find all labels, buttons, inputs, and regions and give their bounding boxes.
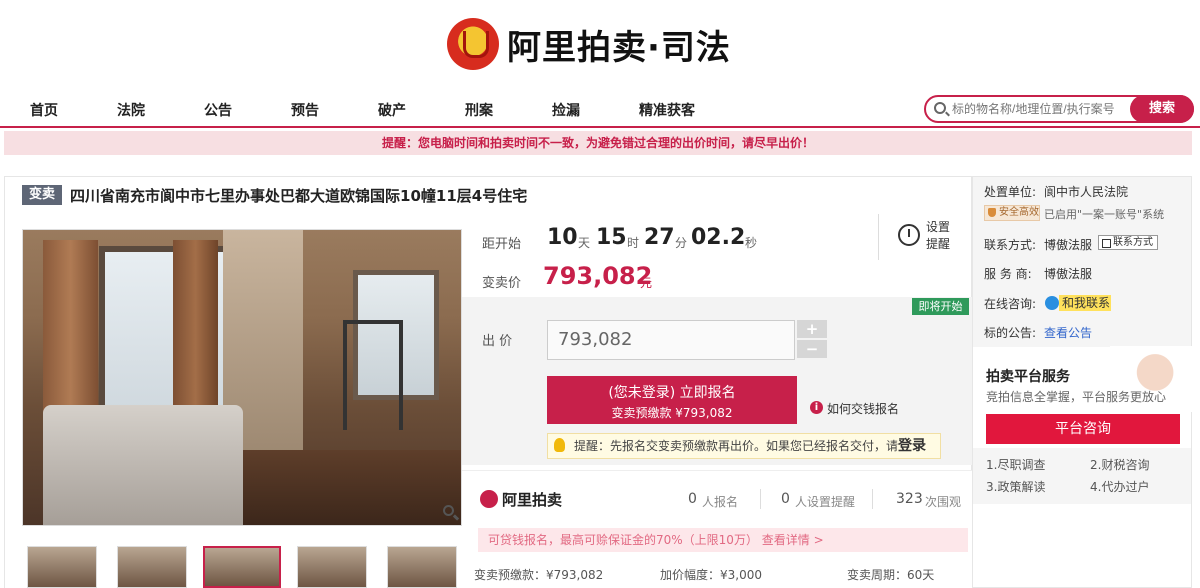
period-info: 变卖周期：60天 <box>847 568 935 582</box>
login-tip: 提醒：先报名交变卖预缴款再出价。如果您已经报名交付，请登录 <box>547 433 941 459</box>
disposal-unit-value[interactable]: 阆中市人民法院 <box>1044 183 1128 200</box>
bid-label: 出 价 <box>482 334 513 349</box>
decrease-bid-button[interactable]: − <box>797 340 827 358</box>
sidebar-info-block <box>973 177 1191 347</box>
how-to-pay-link[interactable]: 如何交钱报名 <box>827 400 899 417</box>
alibaba-auction-brand: 阿里拍卖 <box>502 491 563 509</box>
lightbulb-icon <box>554 438 565 452</box>
sale-price: 793,082 <box>543 262 653 290</box>
service-item[interactable]: 1.尽职调查 <box>986 456 1045 473</box>
increase-bid-button[interactable]: + <box>797 320 827 338</box>
nav-item-bargain[interactable]: 捡漏 <box>552 100 580 120</box>
brand-name: 阿里拍卖·司法 <box>507 27 731 68</box>
search-input[interactable] <box>952 99 1122 119</box>
contact-label: 联系方式: <box>984 238 1037 252</box>
service-item[interactable]: 3.政策解读 <box>986 478 1045 495</box>
site-header: 阿里拍卖·司法 <box>0 0 1200 90</box>
price-unit: 元 <box>640 276 653 290</box>
deposit-info: 变卖预缴款：¥793,082 <box>474 568 604 582</box>
loan-promo-banner[interactable]: 可贷钱报名，最高可赊保证金的70%（上限10万） 查看详情 > <box>478 528 968 552</box>
countdown-seconds: 02.2 <box>691 225 746 250</box>
view-notice-link[interactable]: 查看公告 <box>1044 324 1092 341</box>
bid-amount-input[interactable]: 793,082 <box>547 320 795 360</box>
divider <box>872 489 873 509</box>
window-left <box>99 246 239 421</box>
nav-item-criminal[interactable]: 刑案 <box>465 100 493 120</box>
service-item[interactable]: 4.代办过户 <box>1090 478 1149 495</box>
countdown-days: 10 <box>547 225 578 250</box>
countdown-days-unit: 天 <box>578 236 591 250</box>
curtain-left <box>43 240 98 430</box>
curtain-right <box>173 240 218 430</box>
login-link[interactable]: 登录 <box>898 438 926 454</box>
search-icon <box>934 102 946 114</box>
view-count: 323 <box>896 491 923 507</box>
signup-count-label: 人报名 <box>702 495 739 509</box>
site-logo[interactable]: 阿里拍卖·司法 <box>447 14 731 74</box>
increment-info: 加价幅度：¥3,000 <box>660 568 762 582</box>
item-title: 四川省南充市阆中市七里办事处巴都大道欧锦国际10幢11层4号住宅 <box>70 187 528 205</box>
secure-badge: 安全高效 <box>984 205 1040 221</box>
login-tip-text: 提醒：先报名交变卖预缴款再出价。如果您已经报名交付，请 <box>574 439 899 453</box>
item-main-photo[interactable] <box>22 229 462 526</box>
price-label: 变卖价 <box>482 276 522 291</box>
view-count-label: 次围观 <box>925 495 962 509</box>
account-system-text[interactable]: 已启用"一案一账号"系统 <box>1044 206 1164 222</box>
provider-label: 服 务 商: <box>984 267 1032 281</box>
thumbnail[interactable] <box>297 546 367 588</box>
signup-count: 0 <box>688 491 697 507</box>
sale-type-tag: 变卖 <box>22 185 62 205</box>
reminder-count-label: 人设置提醒 <box>795 495 856 509</box>
nav-item-court[interactable]: 法院 <box>117 100 145 120</box>
divider <box>878 214 879 260</box>
platform-consult-button[interactable]: 平台咨询 <box>986 414 1180 444</box>
online-consult-label: 在线咨询: <box>984 297 1037 311</box>
countdown-hours-unit: 时 <box>627 236 640 250</box>
nav-item-bankruptcy[interactable]: 破产 <box>378 100 406 120</box>
disposal-unit-label: 处置单位: <box>984 185 1037 199</box>
countdown-seconds-unit: 秒 <box>745 236 758 250</box>
time-mismatch-notice: 提醒：您电脑时间和拍卖时间不一致，为避免错过合理的出价时间，请尽早出价！ <box>4 131 1192 155</box>
countdown-hours: 15 <box>596 225 627 250</box>
court-emblem-icon <box>447 18 499 70</box>
thumbnail[interactable] <box>387 546 457 588</box>
info-icon: i <box>810 401 823 414</box>
thumbnail[interactable] <box>117 546 187 588</box>
nav-item-precise-leads[interactable]: 精准获客 <box>639 100 695 120</box>
contact-value: 博傲法服 <box>1044 238 1093 252</box>
thumbnail-selected[interactable] <box>203 546 281 588</box>
zoom-icon[interactable] <box>443 505 460 521</box>
search-button[interactable]: 搜索 <box>1130 95 1194 123</box>
signup-deposit-label: 变卖预缴款 ¥793,082 <box>611 406 733 420</box>
chat-icon <box>1045 296 1059 310</box>
signup-button-label: (您未登录) 立即报名 <box>608 385 736 401</box>
service-item[interactable]: 2.财税咨询 <box>1090 456 1149 473</box>
thumbnail[interactable] <box>27 546 97 588</box>
alarm-clock-icon[interactable] <box>898 224 920 246</box>
service-subtitle: 竞拍信息全掌握，平台服务更放心 <box>986 390 1167 404</box>
reminder-count: 0 <box>781 491 790 507</box>
alibaba-auction-logo-icon <box>480 490 498 508</box>
service-title: 拍卖平台服务 <box>986 369 1070 385</box>
countdown-minutes-unit: 分 <box>675 236 688 250</box>
contact-button[interactable]: 联系方式 <box>1098 235 1158 250</box>
gym-equipment <box>343 320 403 430</box>
countdown-label: 距开始 <box>482 237 522 252</box>
nav-item-announcement[interactable]: 公告 <box>204 100 232 120</box>
nav-item-home[interactable]: 首页 <box>30 100 58 120</box>
search-box: 搜索 <box>924 95 1194 123</box>
countdown-minutes: 27 <box>644 225 675 250</box>
contact-me-button[interactable]: 和我联系 <box>1059 295 1111 311</box>
wood-floor <box>243 450 461 525</box>
set-reminder-button[interactable]: 设置提醒 <box>926 219 956 253</box>
provider-value: 博傲法服 <box>1044 267 1093 281</box>
signup-button[interactable]: (您未登录) 立即报名 变卖预缴款 ¥793,082 <box>547 376 797 424</box>
bed <box>43 405 243 525</box>
status-badge: 即将开始 <box>912 298 969 315</box>
notice-label: 标的公告: <box>984 326 1037 340</box>
nav-item-preview[interactable]: 预告 <box>291 100 319 120</box>
divider <box>760 489 761 509</box>
